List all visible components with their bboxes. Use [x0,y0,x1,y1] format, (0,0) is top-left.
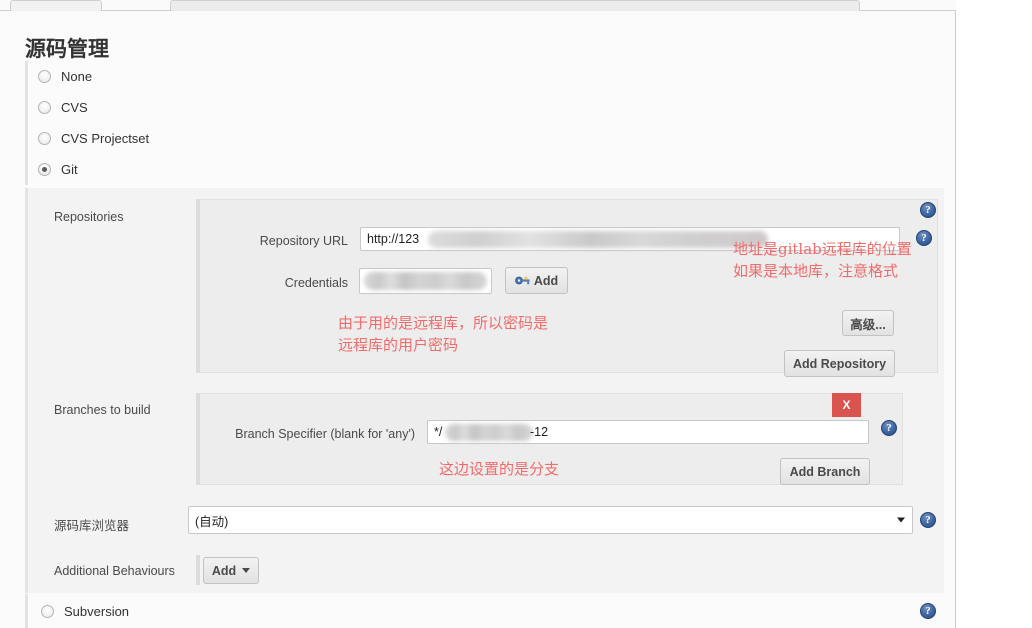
add-repository-button[interactable]: Add Repository [784,350,895,377]
scm-label-cvs-projectset: CVS Projectset [61,131,150,146]
help-icon-subversion[interactable]: ? [920,603,936,619]
key-icon [514,275,530,286]
add-repository-button-label: Add Repository [792,356,887,371]
chevron-down-icon [476,278,484,284]
add-branch-button[interactable]: Add Branch [780,458,870,485]
credentials-select[interactable]: ***** [359,268,492,294]
credentials-select-value: ***** [441,274,471,288]
repository-browser-value: (自动) [195,514,229,529]
advanced-button-label: 高级... [850,317,886,332]
section-label-additional-behaviours: Additional Behaviours [54,564,175,578]
right-gutter [957,0,1032,628]
tab-fragment-left[interactable] [10,0,102,11]
delete-branch-label: X [842,398,851,412]
label-credentials: Credentials [284,276,348,290]
sidebar-item-git[interactable]: Git [28,154,944,185]
section-label-repositories: Repositories [54,210,124,224]
radio-none[interactable] [38,70,51,83]
page-title: 源码管理 [25,38,109,62]
additional-behaviours-divider [196,555,200,585]
git-settings-body: Repositories Repository URL ? Credential… [25,188,944,593]
add-branch-button-label: Add Branch [789,464,861,479]
delete-branch-button[interactable]: X [832,393,861,417]
repository-url-input[interactable] [360,227,900,251]
tab-strip [0,0,956,11]
repository-browser-select[interactable]: (自动) [188,506,913,534]
branch-specifier-suffix: -12 [530,425,549,439]
radio-subversion[interactable] [41,604,54,618]
scm-label-git: Git [61,162,78,177]
advanced-button[interactable]: 高级... [842,310,894,336]
radio-git[interactable] [38,163,51,176]
section-label-branches: Branches to build [54,403,151,417]
add-credentials-label: Add [533,273,559,288]
annotation-credentials: 由于用的是远程库，所以密码是 远程库的用户密码 [338,314,549,354]
scm-label-cvs: CVS [61,100,88,115]
sidebar-item-none[interactable]: None [28,61,944,92]
scm-option-list: None CVS CVS Projectset Git [25,61,944,185]
branches-panel: Branch Specifier (blank for 'any') -12 A… [196,393,903,485]
add-behaviour-button-label: Add [211,563,237,578]
sidebar-item-cvs-projectset[interactable]: CVS Projectset [28,123,944,154]
scm-label-none: None [61,69,93,84]
add-behaviour-button[interactable]: Add [203,557,259,584]
scm-config-panel: 源码管理 None CVS CVS Projectset Git Reposit… [0,11,956,628]
help-icon-repositories[interactable]: ? [920,202,936,218]
sidebar-item-subversion[interactable]: Subversion ? [25,594,944,628]
label-repository-url: Repository URL [259,234,348,248]
chevron-down-icon-browser [897,517,905,523]
tab-fragment-right[interactable] [170,0,860,11]
chevron-down-icon-behaviour [242,568,251,573]
radio-cvs[interactable] [38,101,51,114]
repositories-panel: Repository URL ? Credentials ***** [196,199,938,377]
help-icon-repository-browser[interactable]: ? [920,512,936,528]
help-icon-repository-url[interactable]: ? [916,230,932,246]
branch-specifier-input[interactable] [427,420,869,444]
radio-cvs-projectset[interactable] [38,132,51,145]
section-label-repository-browser: 源码库浏览器 [54,519,130,533]
add-credentials-button[interactable]: Add [505,267,568,294]
label-branch-specifier: Branch Specifier (blank for 'any') [235,427,415,441]
sidebar-item-cvs[interactable]: CVS [28,92,944,123]
help-icon-branches[interactable]: ? [881,420,897,436]
scm-label-subversion: Subversion [64,603,130,619]
